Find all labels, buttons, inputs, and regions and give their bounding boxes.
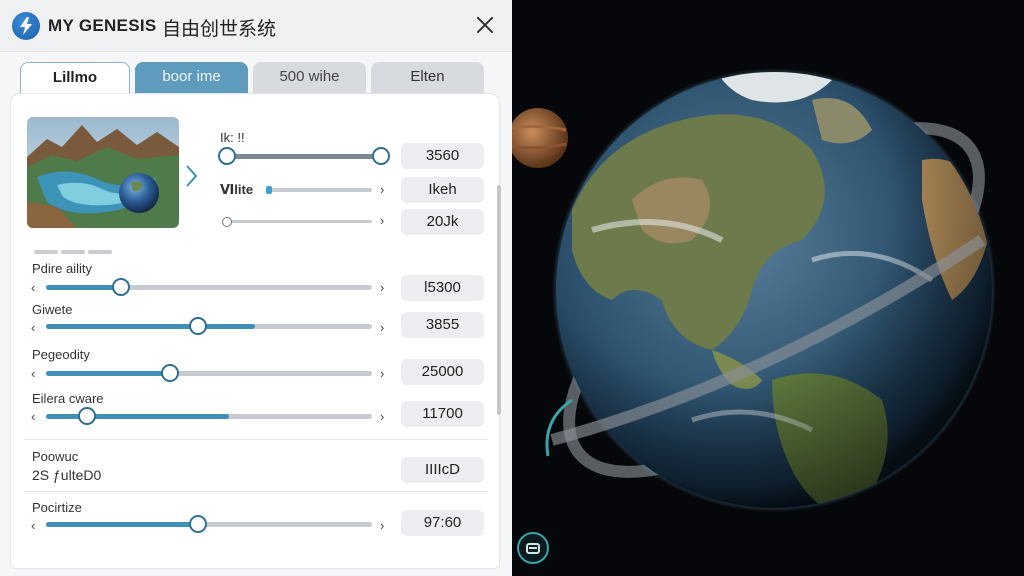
scrollbar[interactable]: [497, 185, 501, 415]
slider-2[interactable]: [46, 317, 372, 335]
preset-value-3[interactable]: 20Jk: [401, 209, 484, 235]
preset-slider-2-next-arrow[interactable]: ›: [380, 182, 384, 197]
chevron-right-icon[interactable]: [184, 163, 200, 189]
preset-slider-1-max-knob[interactable]: [372, 147, 390, 165]
slider-2-value[interactable]: 3855: [401, 312, 484, 338]
carousel-indicator: [34, 241, 115, 259]
slider-1-next-arrow[interactable]: ›: [380, 280, 384, 295]
preset-slider-3-knob[interactable]: [222, 217, 232, 227]
reset-view-icon[interactable]: [517, 532, 549, 564]
slider-4-prev-arrow[interactable]: ‹: [31, 409, 35, 424]
preset-slider-2[interactable]: [266, 186, 372, 194]
slider-1-fill: [46, 285, 121, 290]
preset-slider-3[interactable]: [222, 217, 372, 227]
tab-4[interactable]: Elten: [371, 62, 484, 94]
tab-2[interactable]: boor ime: [135, 62, 248, 94]
slider-2-knob[interactable]: [189, 317, 207, 335]
preset-slider-3-next-arrow[interactable]: ›: [380, 213, 384, 228]
slider-2-next-arrow[interactable]: ›: [380, 320, 384, 335]
slider-5-next-arrow[interactable]: ›: [380, 518, 384, 533]
slider-5[interactable]: [46, 515, 372, 533]
slider-1[interactable]: [46, 278, 372, 296]
slider-3-knob[interactable]: [161, 364, 179, 382]
slider-4-fill: [46, 414, 229, 419]
slider-label-1: Pdire aility: [32, 261, 92, 276]
slider-5-prev-arrow[interactable]: ‹: [31, 518, 35, 533]
info-value-box[interactable]: IIIIcD: [401, 457, 484, 483]
slider-4-knob[interactable]: [78, 407, 96, 425]
slider-label-2: Giwete: [32, 302, 73, 317]
divider: [24, 439, 488, 440]
slider-2-fill: [46, 324, 255, 329]
close-icon[interactable]: [472, 12, 498, 38]
settings-panel: MY GENESIS 自由创世系统 Lillmo boor ime 500 wi…: [0, 0, 512, 576]
preset-label-2: Ⅵlite: [220, 182, 254, 197]
preset-slider-1-min-knob[interactable]: [218, 147, 236, 165]
slider-3-value[interactable]: 25000: [401, 359, 484, 385]
slider-3[interactable]: [46, 364, 372, 382]
preset-label-1: Ik: !!: [220, 130, 245, 145]
slider-3-prev-arrow[interactable]: ‹: [31, 366, 35, 381]
slider-3-next-arrow[interactable]: ›: [380, 366, 384, 381]
preset-value-2[interactable]: Ikeh: [401, 177, 484, 203]
preset-slider-1[interactable]: [218, 147, 390, 165]
slider-4-value[interactable]: 11700: [401, 401, 484, 427]
slider-1-knob[interactable]: [112, 278, 130, 296]
planet-render: [512, 68, 996, 512]
planet-viewport[interactable]: [512, 0, 1024, 576]
terrain-preview-image[interactable]: [27, 117, 179, 228]
info-label: Poowuc: [32, 449, 79, 464]
slider-5-knob[interactable]: [189, 515, 207, 533]
tab-1[interactable]: Lillmo: [20, 62, 130, 96]
app-title: MY GENESIS: [48, 16, 157, 35]
slider-5-fill: [46, 522, 200, 527]
preset-slider-2-fill: [266, 186, 273, 194]
lightning-icon: [12, 12, 40, 40]
slider-4[interactable]: [46, 407, 372, 425]
slider-1-value[interactable]: l5300: [401, 275, 484, 301]
slider-5-value[interactable]: 97:60: [401, 510, 484, 536]
divider: [24, 491, 488, 492]
slider-label-4: Eilera cware: [32, 391, 104, 406]
slider-3-fill: [46, 371, 170, 376]
slider-label-3: Pegeodity: [32, 347, 90, 362]
tab-3[interactable]: 500 wihe: [253, 62, 366, 94]
preset-value-1[interactable]: 3560: [401, 143, 484, 169]
slider-label-5: Pocirtize: [32, 500, 82, 515]
slider-1-prev-arrow[interactable]: ‹: [31, 280, 35, 295]
title-bar: MY GENESIS 自由创世系统: [0, 0, 512, 52]
preset-slider-1-fill: [226, 154, 381, 159]
info-value-text: 2S ƒulteD0: [32, 467, 102, 483]
slider-2-prev-arrow[interactable]: ‹: [31, 320, 35, 335]
app-subtitle: 自由创世系统: [162, 18, 277, 40]
slider-4-next-arrow[interactable]: ›: [380, 409, 384, 424]
